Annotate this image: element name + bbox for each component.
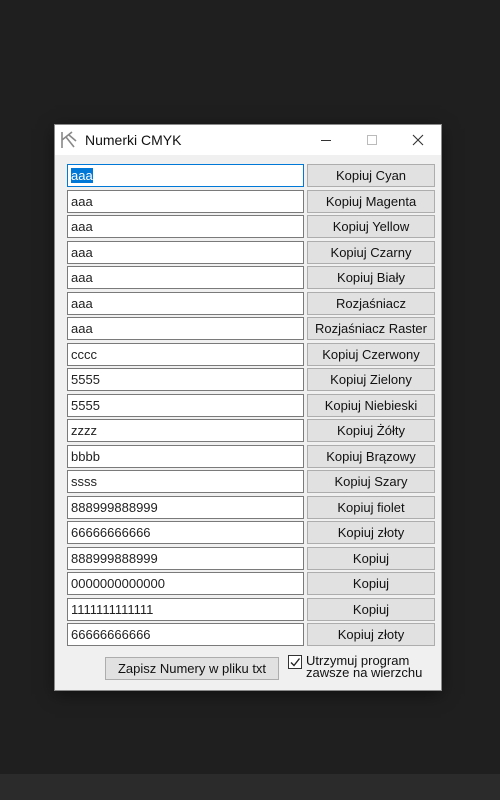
cyan-value: aaa — [71, 168, 93, 183]
violet-field[interactable]: 888999888999 — [67, 495, 304, 519]
brightener-raster-field[interactable]: aaa — [67, 317, 304, 340]
brightener-raster-button[interactable]: Rozjaśniacz Raster — [307, 317, 435, 340]
row-brown: bbbb Kopiuj Brązowy — [67, 444, 435, 470]
grey-field[interactable]: ssss — [67, 470, 304, 493]
taskbar — [0, 774, 500, 800]
row-gold: 66666666666 Kopiuj złoty — [67, 520, 435, 546]
extra-1-field[interactable]: 888999888999 — [67, 546, 304, 570]
app-window: Numerki CMYK aaa Kopiuj Cyan aaa Kopiuj … — [55, 125, 441, 690]
row-violet: 888999888999 Kopiuj fiolet — [67, 495, 435, 521]
green-field[interactable]: 5555 — [67, 368, 304, 391]
close-icon — [412, 134, 424, 146]
brightener-button[interactable]: Rozjaśniacz — [307, 291, 435, 315]
maximize-button[interactable] — [349, 125, 395, 155]
minimize-icon — [321, 140, 331, 141]
cyan-field[interactable]: aaa — [67, 164, 304, 187]
row-extra-2: 0000000000000 Kopiuj — [67, 571, 435, 597]
color-rows: aaa Kopiuj Cyan aaa Kopiuj Magenta aaa K… — [67, 163, 435, 648]
copy-brown-button[interactable]: Kopiuj Brązowy — [307, 444, 435, 468]
keep-on-top-line2: zawsze na wierzchu — [306, 665, 423, 680]
maximize-icon — [367, 135, 377, 145]
blue-field[interactable]: 5555 — [67, 393, 304, 417]
extra-3-field[interactable]: 1111111111111 — [67, 597, 304, 621]
row-magenta: aaa Kopiuj Magenta — [67, 189, 435, 215]
row-black: aaa Kopiuj Czarny — [67, 240, 435, 266]
row-zolty: zzzz Kopiuj Żółty — [67, 418, 435, 444]
red-field[interactable]: cccc — [67, 342, 304, 366]
row-gold-2: 66666666666 Kopiuj złoty — [67, 622, 435, 648]
copy-red-button[interactable]: Kopiuj Czerwony — [307, 342, 435, 366]
copy-extra-2-button[interactable]: Kopiuj — [307, 572, 435, 595]
brown-field[interactable]: bbbb — [67, 444, 304, 468]
copy-grey-button[interactable]: Kopiuj Szary — [307, 470, 435, 493]
keep-on-top-checkbox[interactable] — [288, 655, 302, 669]
gold-2-field[interactable]: 66666666666 — [67, 623, 304, 646]
copy-magenta-button[interactable]: Kopiuj Magenta — [307, 189, 435, 213]
copy-yellow-button[interactable]: Kopiuj Yellow — [307, 215, 435, 238]
copy-blue-button[interactable]: Kopiuj Niebieski — [307, 393, 435, 417]
row-yellow: aaa Kopiuj Yellow — [67, 214, 435, 240]
white-field[interactable]: aaa — [67, 266, 304, 289]
copy-extra-1-button[interactable]: Kopiuj — [307, 546, 435, 570]
row-cyan: aaa Kopiuj Cyan — [67, 163, 435, 189]
row-brightener-raster: aaa Rozjaśniacz Raster — [67, 316, 435, 342]
copy-gold-2-button[interactable]: Kopiuj złoty — [307, 623, 435, 646]
gold-field[interactable]: 66666666666 — [67, 521, 304, 544]
row-red: cccc Kopiuj Czerwony — [67, 342, 435, 368]
save-to-txt-button[interactable]: Zapisz Numery w pliku txt — [105, 657, 279, 680]
row-grey: ssss Kopiuj Szary — [67, 469, 435, 495]
magenta-field[interactable]: aaa — [67, 189, 304, 213]
title-bar[interactable]: Numerki CMYK — [55, 125, 441, 155]
copy-violet-button[interactable]: Kopiuj fiolet — [307, 495, 435, 519]
minimize-button[interactable] — [303, 125, 349, 155]
extra-2-field[interactable]: 0000000000000 — [67, 572, 304, 595]
copy-black-button[interactable]: Kopiuj Czarny — [307, 240, 435, 264]
close-button[interactable] — [395, 125, 441, 155]
copy-zolty-button[interactable]: Kopiuj Żółty — [307, 419, 435, 442]
copy-green-button[interactable]: Kopiuj Zielony — [307, 368, 435, 391]
black-field[interactable]: aaa — [67, 240, 304, 264]
row-brightener: aaa Rozjaśniacz — [67, 291, 435, 317]
row-extra-3: 1111111111111 Kopiuj — [67, 597, 435, 623]
yellow-field[interactable]: aaa — [67, 215, 304, 238]
checkmark-icon — [290, 658, 301, 667]
app-icon — [58, 129, 80, 151]
brightener-field[interactable]: aaa — [67, 291, 304, 315]
window-title: Numerki CMYK — [85, 132, 182, 148]
row-extra-1: 888999888999 Kopiuj — [67, 546, 435, 572]
zolty-field[interactable]: zzzz — [67, 419, 304, 442]
keep-on-top-label[interactable]: Utrzymuj program zawsze na wierzchu — [306, 654, 436, 680]
copy-gold-button[interactable]: Kopiuj złoty — [307, 521, 435, 544]
copy-cyan-button[interactable]: Kopiuj Cyan — [307, 164, 435, 187]
row-green: 5555 Kopiuj Zielony — [67, 367, 435, 393]
row-blue: 5555 Kopiuj Niebieski — [67, 393, 435, 419]
copy-white-button[interactable]: Kopiuj Biały — [307, 266, 435, 289]
copy-extra-3-button[interactable]: Kopiuj — [307, 597, 435, 621]
row-white: aaa Kopiuj Biały — [67, 265, 435, 291]
